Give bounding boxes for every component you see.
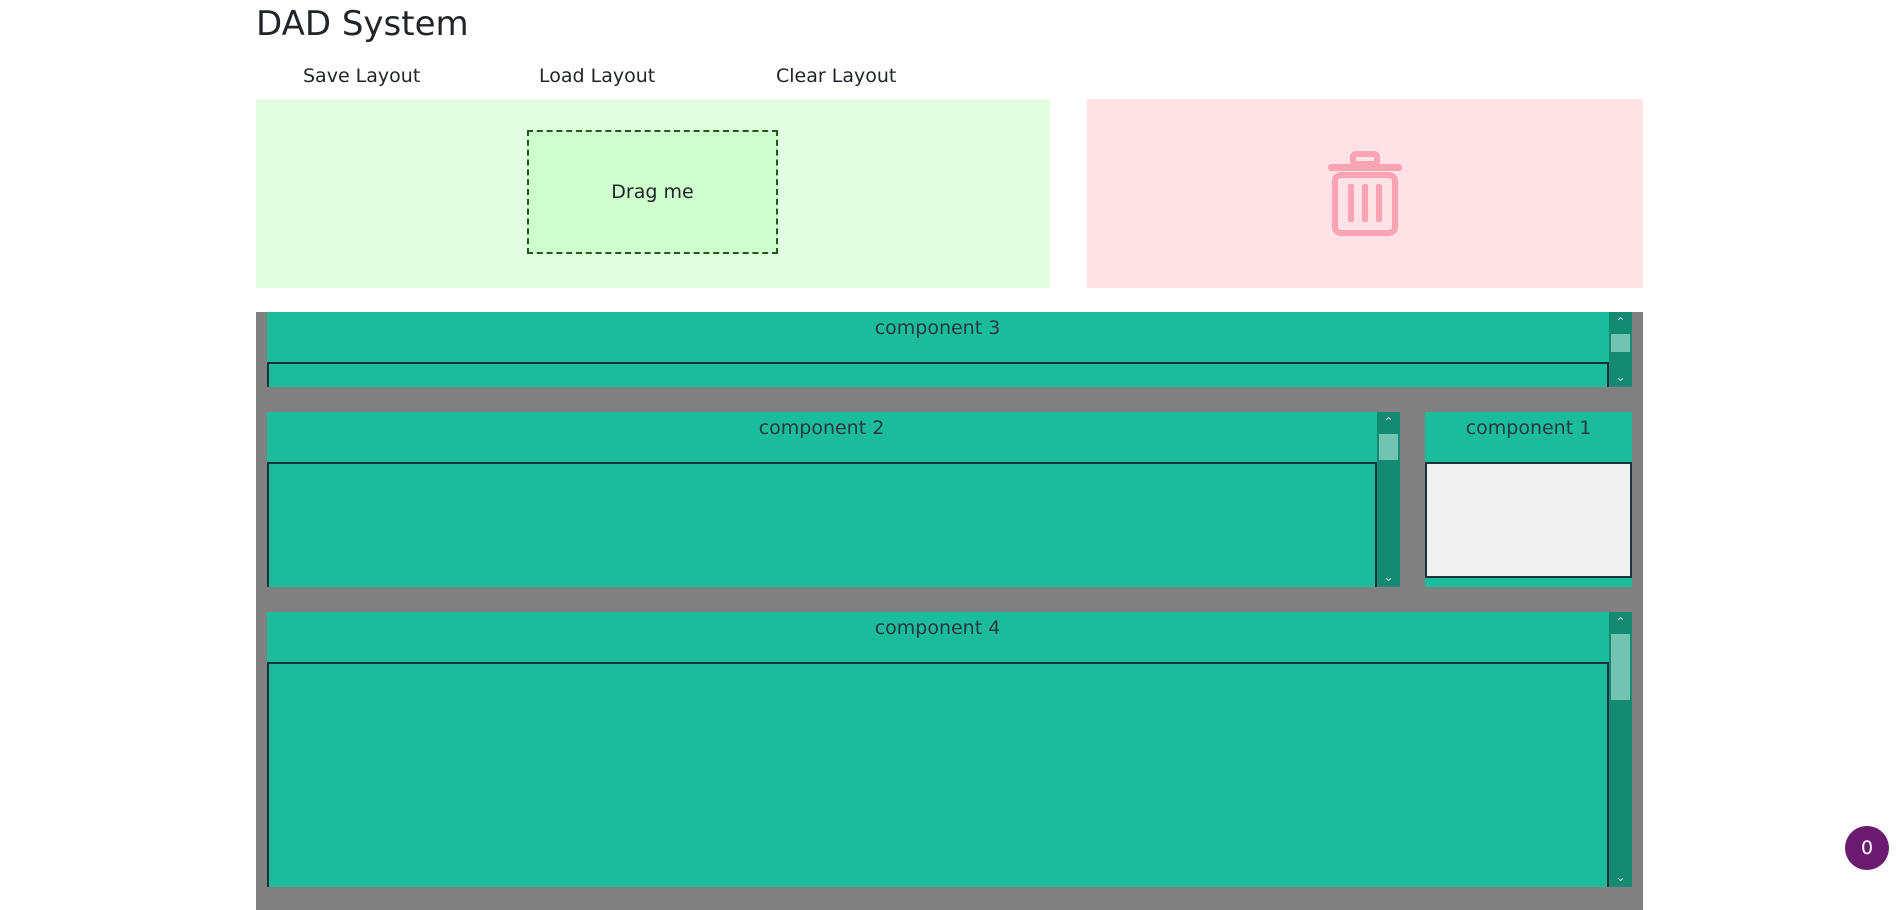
counter-badge[interactable]: 0 xyxy=(1845,826,1889,870)
scroll-down-arrow-icon[interactable]: ⌄ xyxy=(1609,367,1632,387)
component-2-body xyxy=(267,462,1377,587)
scrollbar-thumb[interactable] xyxy=(1379,434,1398,460)
scroll-up-arrow-icon[interactable]: ⌃ xyxy=(1377,412,1400,432)
load-layout-button[interactable]: Load Layout xyxy=(539,63,655,89)
component-3-title: component 3 xyxy=(874,317,1001,339)
component-4-title: component 4 xyxy=(874,617,1001,639)
clear-layout-button[interactable]: Clear Layout xyxy=(776,63,896,89)
scroll-up-arrow-icon[interactable]: ⌃ xyxy=(1609,312,1632,332)
component-4-body xyxy=(267,662,1609,887)
component-1-body xyxy=(1425,462,1632,578)
trash-icon xyxy=(1328,150,1402,236)
component-1[interactable]: component 1 xyxy=(1425,412,1632,587)
component-3[interactable]: component 3 ⌃ ⌄ xyxy=(267,312,1632,387)
component-1-title: component 1 xyxy=(1465,417,1592,439)
component-2[interactable]: component 2 ⌃ ⌄ xyxy=(267,412,1400,587)
component-2-title: component 2 xyxy=(758,417,885,439)
scroll-up-arrow-icon[interactable]: ⌃ xyxy=(1609,612,1632,632)
page: DAD System Save Layout Load Layout Clear… xyxy=(0,0,1898,910)
page-title: DAD System xyxy=(256,4,469,44)
component-3-body xyxy=(267,362,1609,387)
scroll-down-arrow-icon[interactable]: ⌄ xyxy=(1609,867,1632,887)
component-4-scrollbar[interactable]: ⌃ ⌄ xyxy=(1609,612,1632,887)
scroll-down-arrow-icon[interactable]: ⌄ xyxy=(1377,567,1400,587)
component-2-scrollbar[interactable]: ⌃ ⌄ xyxy=(1377,412,1400,587)
trash-drop-zone[interactable] xyxy=(1087,99,1643,288)
drag-item[interactable]: Drag me xyxy=(527,130,778,254)
drop-zone[interactable]: Drag me xyxy=(256,99,1050,288)
scrollbar-thumb[interactable] xyxy=(1611,334,1630,352)
save-layout-button[interactable]: Save Layout xyxy=(303,63,420,89)
scrollbar-thumb[interactable] xyxy=(1611,634,1630,700)
component-3-scrollbar[interactable]: ⌃ ⌄ xyxy=(1609,312,1632,387)
component-4[interactable]: component 4 ⌃ ⌄ xyxy=(267,612,1632,887)
layout-area: component 3 ⌃ ⌄ component 2 ⌃ ⌄ componen… xyxy=(256,312,1643,910)
